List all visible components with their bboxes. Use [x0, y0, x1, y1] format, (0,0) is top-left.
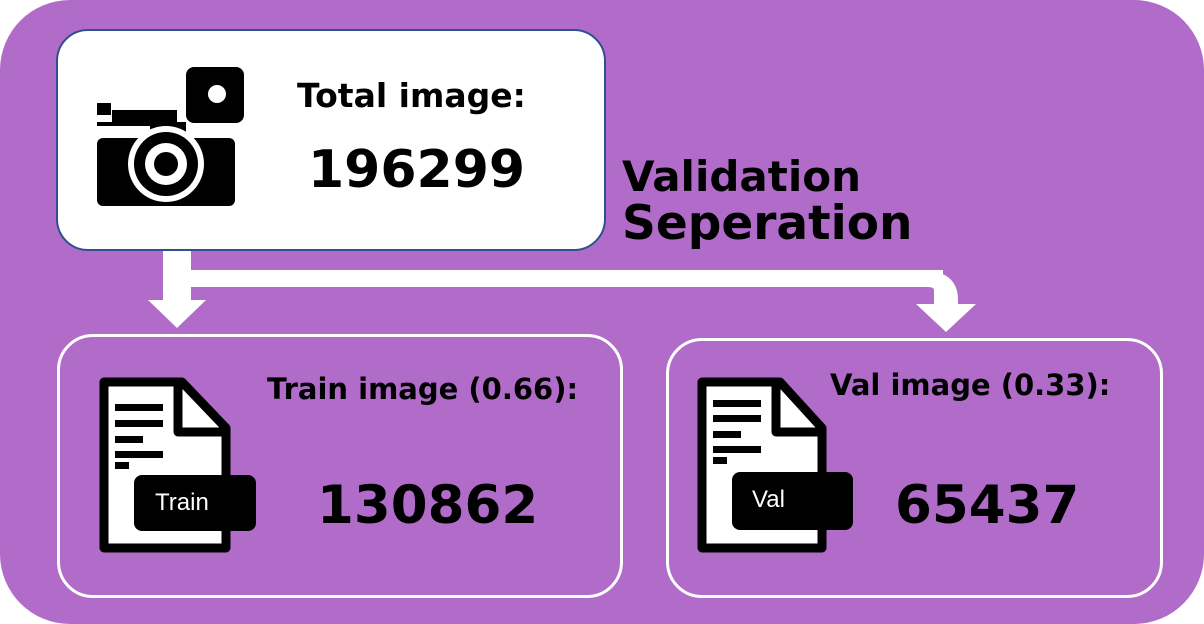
title-line-1: Validation	[622, 152, 861, 201]
val-document-icon	[697, 377, 853, 553]
val-image-label: Val image (0.33):	[830, 368, 1111, 402]
val-image-value: 65437	[895, 475, 1080, 536]
total-image-value: 196299	[308, 140, 526, 200]
camera-icon	[97, 67, 244, 206]
train-tag-text: Train	[155, 489, 209, 516]
title-line-2: Seperation	[622, 196, 913, 251]
train-image-label: Train image (0.66):	[267, 372, 579, 406]
train-image-value: 130862	[317, 475, 539, 536]
train-document-icon	[99, 377, 256, 553]
total-image-label: Total image:	[297, 76, 526, 115]
diagram-canvas: Train Val Total image: 196299 Validation…	[0, 0, 1204, 624]
val-tag-text: Val	[752, 486, 785, 513]
